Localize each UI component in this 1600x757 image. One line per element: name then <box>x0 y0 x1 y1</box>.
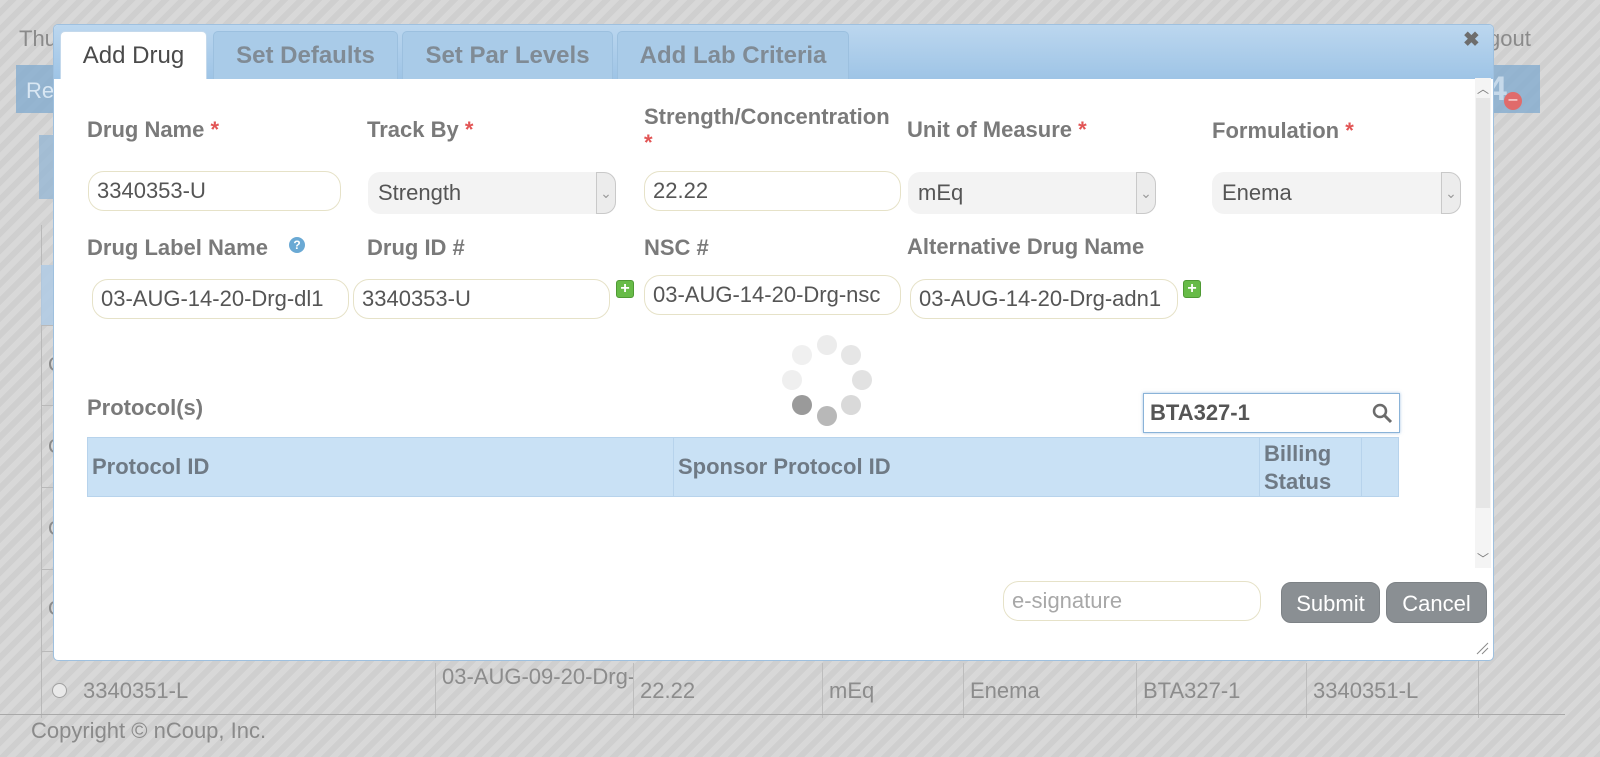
track-by-select[interactable]: Strength ⌄ <box>368 172 616 214</box>
chevron-down-icon: ⌄ <box>1441 172 1461 214</box>
loading-spinner-icon <box>782 335 872 426</box>
help-icon[interactable]: ? <box>289 237 305 253</box>
drug-name-label: Drug Name * <box>87 117 220 142</box>
track-by-label: Track By * <box>367 117 474 142</box>
drug-id-input[interactable]: 3340353-U <box>353 279 610 319</box>
resize-handle-icon[interactable] <box>1475 641 1489 655</box>
submit-button[interactable]: Submit <box>1281 582 1380 623</box>
drug-name-input[interactable]: 3340353-U <box>88 171 341 211</box>
strength-label: Strength/Concentration * <box>644 104 890 155</box>
unit-of-measure-label: Unit of Measure * <box>907 117 1087 142</box>
scroll-up-icon[interactable]: ︿ <box>1475 80 1491 97</box>
column-protocol-id[interactable]: Protocol ID <box>88 438 674 496</box>
column-sponsor-protocol-id[interactable]: Sponsor Protocol ID <box>674 438 1260 496</box>
close-icon[interactable]: ✖ <box>1463 27 1480 52</box>
chevron-down-icon: ⌄ <box>1136 172 1156 214</box>
drug-label-name-label: Drug Label Name <box>87 235 268 260</box>
nsc-label: NSC # <box>644 235 709 260</box>
protocols-label: Protocol(s) <box>87 395 204 420</box>
bg-cell-alt-name: 03-AUG-09-20-Drg-adn1 <box>436 663 634 718</box>
row-radio[interactable] <box>52 683 67 698</box>
required-mark: * <box>210 117 220 142</box>
scrollbar-thumb[interactable] <box>1476 98 1490 508</box>
cancel-button[interactable]: Cancel <box>1386 582 1487 623</box>
unit-of-measure-select[interactable]: mEq ⌄ <box>908 172 1156 214</box>
required-mark: * <box>464 117 474 142</box>
alternative-drug-name-label: Alternative Drug Name <box>907 234 1145 259</box>
bg-table-row: 3340351-L 03-AUG-09-20-Drg-adn1 22.22 mE… <box>41 663 1479 718</box>
bg-top-left-text: Thu <box>19 26 57 51</box>
tab-set-defaults[interactable]: Set Defaults <box>213 31 398 79</box>
bg-remove-icon: – <box>1504 92 1522 110</box>
alternative-drug-name-input[interactable]: 03-AUG-14-20-Drg-adn1 <box>910 279 1178 319</box>
drug-label-name-input[interactable]: 03-AUG-14-20-Drg-dl1 <box>92 279 349 319</box>
tab-add-lab-criteria[interactable]: Add Lab Criteria <box>617 31 849 79</box>
protocol-search-input[interactable]: BTA327-1 <box>1143 393 1400 433</box>
bg-cell-drug-id-2: 3340351-L <box>1313 678 1419 703</box>
nsc-input[interactable]: 03-AUG-14-20-Drg-nsc <box>644 275 901 315</box>
bg-cell-unit: mEq <box>823 663 964 718</box>
bg-cell-formulation: Enema <box>964 663 1137 718</box>
bg-cell-strength: 22.22 <box>634 663 823 718</box>
add-drug-id-icon[interactable]: + <box>616 280 634 298</box>
tab-set-par-levels[interactable]: Set Par Levels <box>402 31 613 79</box>
copyright-footer: Copyright © nCoup, Inc. <box>31 718 267 743</box>
bg-toolbar-text: Re <box>26 78 55 103</box>
bg-cell-drug-id: 3340351-L <box>77 663 436 718</box>
esignature-input[interactable]: e-signature <box>1003 581 1261 621</box>
drug-id-label: Drug ID # <box>367 235 465 260</box>
bg-logout-link: gout <box>1488 26 1531 51</box>
required-mark: * <box>1345 118 1354 143</box>
required-mark: * <box>644 130 653 155</box>
search-icon[interactable] <box>1371 402 1393 424</box>
chevron-down-icon: ⌄ <box>596 172 616 214</box>
tab-add-drug[interactable]: Add Drug <box>60 31 207 79</box>
formulation-label: Formulation * <box>1212 118 1354 143</box>
protocols-grid-header: Protocol ID Sponsor Protocol ID Billing … <box>87 437 1399 497</box>
scroll-down-icon[interactable]: ﹀ <box>1475 550 1491 567</box>
add-alternative-name-icon[interactable]: + <box>1183 280 1201 298</box>
formulation-select[interactable]: Enema ⌄ <box>1212 172 1461 214</box>
protocol-search-value: BTA327-1 <box>1150 400 1250 425</box>
column-billing-status[interactable]: Billing Status <box>1260 438 1362 496</box>
bg-cell-protocol: BTA327-1 <box>1137 663 1307 718</box>
strength-input[interactable]: 22.22 <box>644 171 901 211</box>
required-mark: * <box>1078 117 1087 142</box>
add-drug-dialog: ✖ Add Drug Set Defaults Set Par Levels A… <box>53 24 1494 661</box>
footer-divider <box>0 714 1565 715</box>
